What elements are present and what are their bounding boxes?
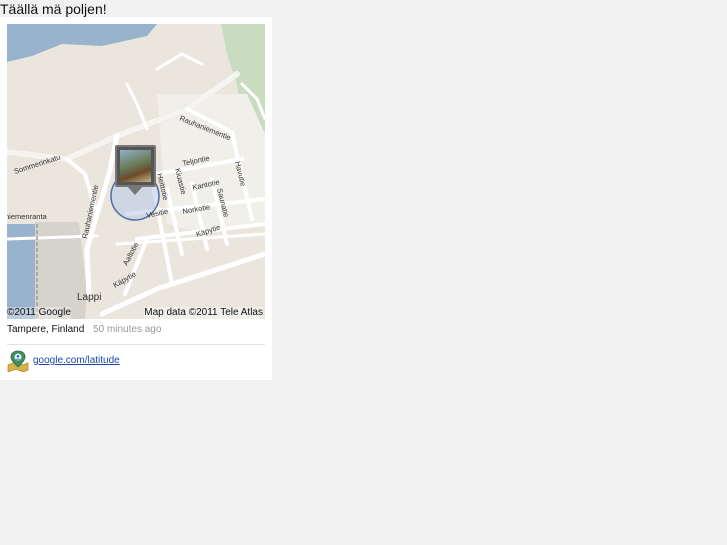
marker-pointer (126, 185, 144, 195)
user-location-marker[interactable] (115, 145, 156, 195)
place-label: Lappi (77, 292, 101, 303)
divider (7, 344, 265, 345)
map-view[interactable]: Rauhaniementie Sommerinkatu Rauhaniement… (7, 24, 265, 319)
page-heading: Täällä mä poljen! (0, 1, 107, 17)
street-label: niemenranta (7, 212, 48, 221)
time-ago: 50 minutes ago (93, 324, 162, 335)
latitude-link[interactable]: google.com/latitude (33, 355, 120, 366)
latitude-icon (7, 350, 29, 372)
location-card: Rauhaniementie Sommerinkatu Rauhaniement… (0, 17, 272, 380)
map-data-attribution: Map data ©2011 Tele Atlas (144, 307, 263, 319)
marker-frame (115, 145, 156, 187)
location-row: Tampere, Finland 50 minutes ago (7, 324, 161, 335)
map-copyright: ©2011 Google (7, 307, 71, 319)
location-name: Tampere, Finland (7, 324, 85, 335)
user-photo (120, 150, 151, 182)
